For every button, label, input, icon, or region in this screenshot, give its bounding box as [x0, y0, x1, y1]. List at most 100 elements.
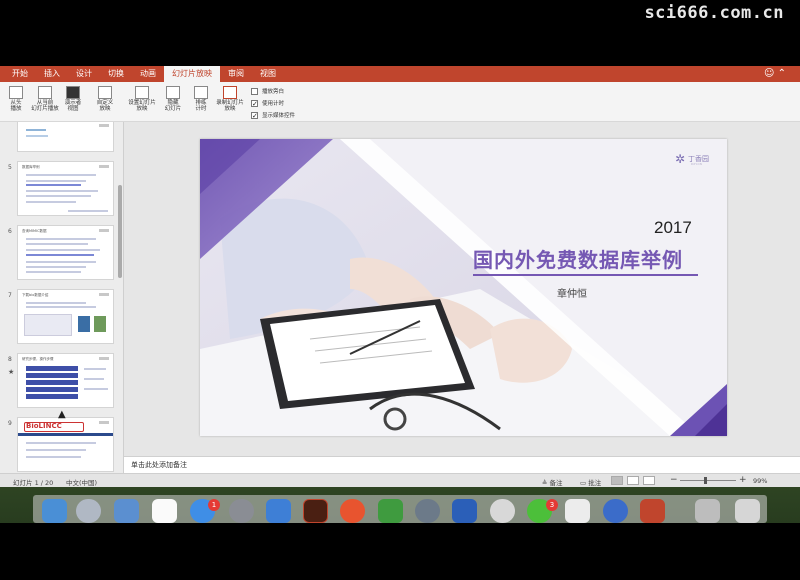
- use-timings-checkbox[interactable]: ✓ 使用计时: [251, 97, 295, 109]
- show-media-controls-label: 显示媒体控件: [262, 113, 296, 119]
- play-narration-checkbox[interactable]: 播放旁白: [251, 85, 295, 97]
- slide-sorter-view-button[interactable]: [627, 476, 639, 485]
- thumbnail-title: 研究步骤，操作步骤: [22, 357, 54, 361]
- zoom-slider-thumb[interactable]: [704, 477, 707, 484]
- slide-number: 6: [8, 228, 12, 235]
- tab-view[interactable]: 视图: [252, 66, 284, 82]
- slide-thumbnail[interactable]: 查询MIMIC数据: [17, 225, 114, 280]
- zoom-slider[interactable]: [680, 480, 736, 481]
- vpn-shield-icon[interactable]: [266, 499, 291, 523]
- slide-thumbnail[interactable]: BioLINCC: [17, 417, 114, 472]
- star-marker-icon: ★: [8, 368, 15, 376]
- slide-title: 国内外免费数据库举例: [473, 248, 683, 272]
- hide-slide-label: 隐藏 幻灯片: [164, 100, 182, 112]
- record-slide-show-button[interactable]: 录制幻灯片 放映: [212, 86, 248, 112]
- main-slide[interactable]: ✲ 丁香园 DXY.CN 2017 国内外免费数据库举例 章仲恒: [200, 139, 727, 436]
- notes-toggle-label: 备注: [549, 479, 563, 487]
- disk-utility-icon[interactable]: [415, 499, 440, 523]
- checkmark-icon: ✓: [251, 99, 258, 108]
- normal-view-button[interactable]: [611, 476, 623, 485]
- thumbnail-title: 数据库举例: [22, 165, 40, 169]
- language-indicator[interactable]: 中文(中国): [66, 477, 97, 487]
- zoom-out-icon[interactable]: −: [670, 475, 678, 485]
- notes-toggle-button[interactable]: ≜ 备注: [542, 477, 563, 487]
- green-app-icon[interactable]: [378, 499, 403, 523]
- zoom-in-icon[interactable]: +: [739, 475, 747, 485]
- tab-slide-show[interactable]: 幻灯片放映: [164, 66, 220, 82]
- photos-icon[interactable]: [340, 499, 365, 523]
- status-bar: 幻灯片 1 / 20 中文(中国) ≜ 备注 ▭ 批注 − + 99%: [0, 473, 800, 487]
- comments-toggle-label: 批注: [588, 479, 602, 487]
- adobe-app-icon[interactable]: [303, 499, 328, 523]
- comments-toggle-button[interactable]: ▭ 批注: [580, 477, 601, 487]
- slide-thumbnail[interactable]: 下载bio数据介绍: [17, 289, 114, 344]
- use-timings-label: 使用计时: [262, 101, 285, 107]
- playback-options: 播放旁白 ✓ 使用计时 ✓ 显示媒体控件: [251, 85, 295, 121]
- presenter-view-icon: [66, 86, 80, 99]
- slide-thumbnail[interactable]: 研究步骤，操作步骤: [17, 353, 114, 408]
- tab-insert[interactable]: 插入: [36, 66, 68, 82]
- powerpoint-icon[interactable]: [640, 499, 665, 523]
- hide-slide-button[interactable]: 隐藏 幻灯片: [158, 86, 188, 112]
- title-underline: [473, 274, 698, 276]
- tab-animations[interactable]: 动画: [132, 66, 164, 82]
- thumbnail-panel[interactable]: 5 数据库举例 6 查询MIMIC数据 7 下载bio数据介绍 8 ★ 研究步骤…: [0, 122, 124, 473]
- play-from-current-label: 从当前 幻灯片播放: [31, 100, 59, 112]
- word-icon[interactable]: [452, 499, 477, 523]
- tab-home[interactable]: 开始: [4, 66, 36, 82]
- play-from-start-label: 从头 播放: [10, 100, 22, 112]
- slide-number: 8: [8, 356, 12, 363]
- notes-app-icon[interactable]: [565, 499, 590, 523]
- rehearse-timer-icon: [194, 86, 208, 99]
- checkmark-icon: ✓: [251, 111, 258, 120]
- custom-show-button[interactable]: 自定义 放映: [90, 86, 120, 112]
- trash-icon[interactable]: [735, 499, 760, 523]
- tab-transitions[interactable]: 切换: [100, 66, 132, 82]
- thumbnail-title: BioLINCC: [26, 422, 62, 430]
- presenter-view-button[interactable]: 演示者 视图: [58, 86, 88, 112]
- thumbnail-scrollbar[interactable]: [118, 185, 122, 278]
- app-store-badge: 1: [208, 499, 220, 511]
- letterbox-bottom: [0, 523, 800, 580]
- hide-slide-icon: [166, 86, 180, 99]
- mouse-pointer-icon: ▲: [58, 409, 66, 420]
- qq-browser-icon[interactable]: [603, 499, 628, 523]
- checkbox-empty-icon: [251, 87, 258, 95]
- system-preferences-icon[interactable]: [229, 499, 254, 523]
- calendar-icon[interactable]: [152, 499, 177, 523]
- logo-subtitle: DXY.CN: [690, 162, 702, 166]
- zoom-level[interactable]: 99%: [753, 477, 767, 485]
- play-from-start-button[interactable]: 从头 播放: [1, 86, 31, 112]
- finder-icon[interactable]: [42, 499, 67, 523]
- wechat-badge: 3: [546, 499, 558, 511]
- tab-review[interactable]: 审阅: [220, 66, 252, 82]
- reading-view-button[interactable]: [643, 476, 655, 485]
- record-icon: [223, 86, 237, 99]
- preview-icon[interactable]: [114, 499, 139, 523]
- feedback-smiley-icon[interactable]: ☺ ⌃: [764, 68, 786, 80]
- screen: sci666.com.cn 开始 插入 设计 切换 动画 幻灯片放映 审阅 视图…: [0, 0, 800, 580]
- play-from-current-icon: [38, 86, 52, 99]
- watermark: sci666.com.cn: [644, 3, 784, 23]
- slide-author: 章仲恒: [557, 289, 587, 300]
- tab-design[interactable]: 设计: [68, 66, 100, 82]
- launchpad-icon[interactable]: [76, 499, 101, 523]
- notes-pane[interactable]: 单击此处添加备注: [124, 456, 800, 473]
- play-from-start-icon: [9, 86, 23, 99]
- leaf-logo-icon: ✲: [674, 152, 685, 166]
- slide-thumbnail[interactable]: 数据库举例: [17, 161, 114, 216]
- show-media-controls-checkbox[interactable]: ✓ 显示媒体控件: [251, 109, 295, 121]
- play-from-current-button[interactable]: 从当前 幻灯片播放: [28, 86, 62, 112]
- record-label: 录制幻灯片 放映: [216, 100, 244, 112]
- slide-photo-graphic: [200, 139, 727, 436]
- rehearse-label: 排练 计时: [195, 100, 207, 112]
- setup-show-icon: [135, 86, 149, 99]
- downloads-folder-icon[interactable]: [695, 499, 720, 523]
- setup-show-button[interactable]: 设置幻灯片 放映: [125, 86, 159, 112]
- slide-thumbnail[interactable]: [17, 122, 114, 152]
- custom-show-icon: [98, 86, 112, 99]
- ribbon-tabs: 开始 插入 设计 切换 动画 幻灯片放映 审阅 视图: [0, 66, 800, 82]
- slide-number: 9: [8, 420, 12, 427]
- chrome-icon[interactable]: [490, 499, 515, 523]
- play-narration-label: 播放旁白: [262, 89, 285, 95]
